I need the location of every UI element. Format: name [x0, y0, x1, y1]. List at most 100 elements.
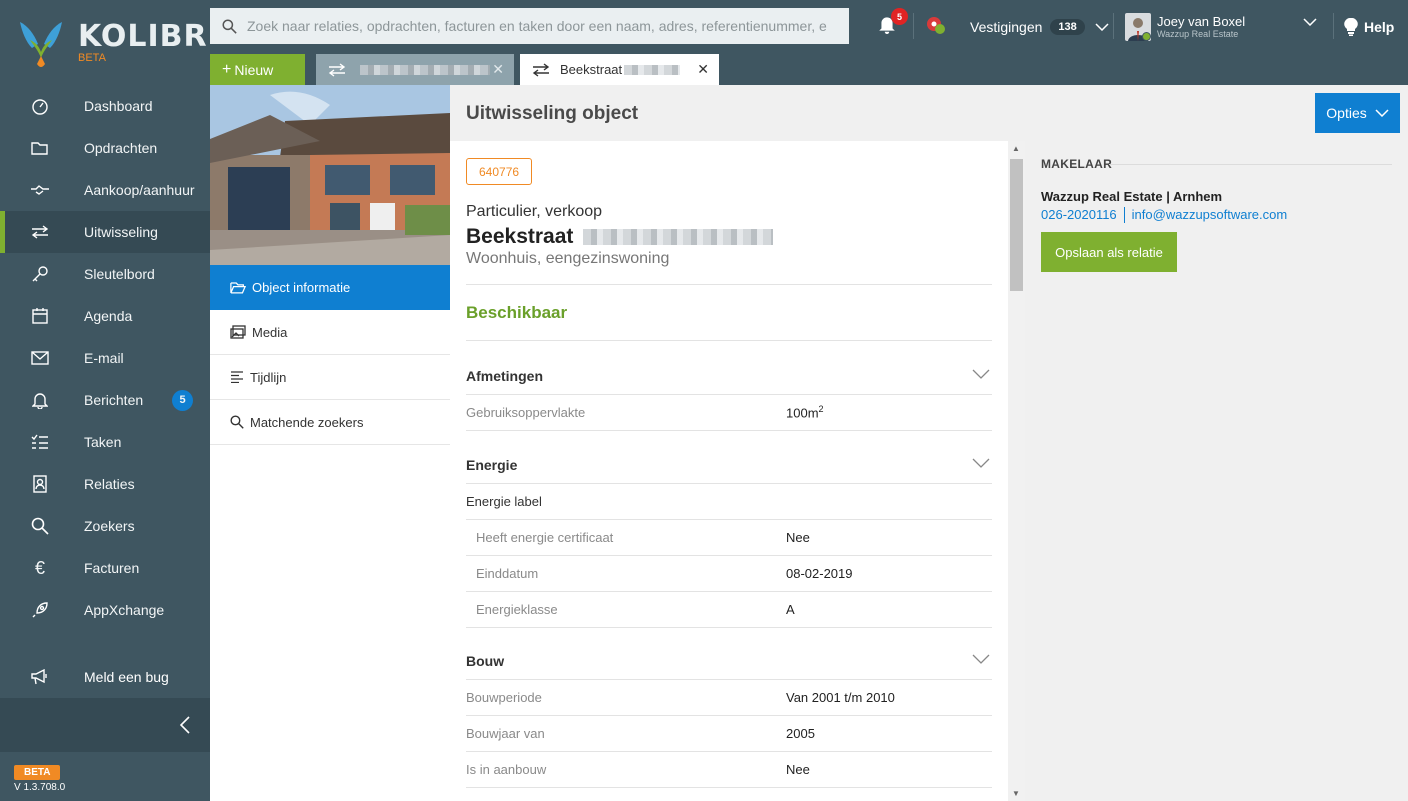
calendar-icon: [30, 306, 50, 326]
chevron-down-icon: [1095, 23, 1109, 31]
tabs-bar: + Nieuw ✕ Beekstraat ✕: [210, 54, 1408, 85]
detail-row: Einddatum 08-02-2019: [466, 556, 992, 592]
scroll-down-arrow-icon[interactable]: ▼: [1012, 789, 1020, 798]
detail-value: A: [786, 602, 795, 617]
makelaar-email-link[interactable]: info@wazzupsoftware.com: [1132, 207, 1288, 223]
object-panel: Object informatie Media Tijdlijn Matchen…: [210, 85, 457, 801]
sidebar-item-sleutelbord[interactable]: Sleutelbord: [0, 253, 210, 295]
search-icon: [222, 19, 237, 34]
location-pin-icon[interactable]: [925, 15, 947, 37]
objnav-tijdlijn[interactable]: Tijdlijn: [210, 355, 450, 400]
objnav-object-informatie[interactable]: Object informatie: [210, 265, 457, 310]
report-bug-button[interactable]: Meld een bug: [0, 656, 210, 698]
sidebar-item-zoekers[interactable]: Zoekers: [0, 505, 210, 547]
divider: [1333, 13, 1334, 39]
collapse-sidebar-button[interactable]: [0, 698, 210, 752]
section-title: Energie: [466, 456, 518, 473]
lightbulb-icon: [1344, 18, 1358, 36]
new-button[interactable]: + Nieuw: [210, 54, 305, 85]
version-number: V 1.3.708.0: [14, 782, 66, 793]
content-scrollbar[interactable]: ▲ ▼: [1008, 141, 1025, 801]
scrollbar-thumb[interactable]: [1010, 159, 1023, 291]
redacted-address: [583, 229, 774, 245]
version-info: BETA V 1.3.708.0: [0, 752, 210, 801]
makelaar-panel: MAKELAAR Wazzup Real Estate | Arnhem 026…: [1025, 141, 1408, 801]
exchange-icon: [532, 62, 550, 77]
object-kind: Woonhuis, eengezinswoning: [466, 250, 670, 267]
sidebar-item-berichten[interactable]: Berichten 5: [0, 379, 210, 421]
scroll-up-arrow-icon[interactable]: ▲: [1012, 144, 1020, 153]
divider: [1113, 13, 1114, 39]
object-details: 640776 Particulier, verkoop Beekstraat W…: [450, 141, 1025, 801]
help-label: Help: [1364, 19, 1395, 35]
contacts-icon: [30, 474, 50, 494]
chevron-down-icon[interactable]: [1303, 18, 1317, 26]
user-company: Wazzup Real Estate: [1157, 28, 1239, 39]
sidebar-item-label: AppXchange: [84, 602, 165, 618]
detail-value: Van 2001 t/m 2010: [786, 690, 895, 705]
vestigingen-label: Vestigingen: [970, 19, 1043, 35]
search-icon: [230, 415, 244, 429]
bell-icon: [30, 390, 50, 410]
tab-beekstraat[interactable]: Beekstraat ✕: [520, 54, 719, 85]
search-input[interactable]: [247, 18, 842, 34]
sidebar-item-dashboard[interactable]: Dashboard: [0, 85, 210, 127]
close-icon[interactable]: ✕: [697, 61, 709, 78]
detail-label: Bouwperiode: [466, 690, 542, 705]
divider: [466, 284, 992, 285]
options-button[interactable]: Opties: [1315, 93, 1400, 133]
close-icon[interactable]: ✕: [492, 61, 504, 78]
user-menu[interactable]: Joey van Boxel Wazzup Real Estate: [1125, 12, 1245, 42]
page-header: Uitwisseling object Opties: [450, 85, 1408, 141]
notifications-button[interactable]: 5: [878, 8, 908, 40]
sidebar-item-label: Uitwisseling: [84, 224, 158, 240]
chevron-down-icon: [1375, 109, 1389, 117]
chevron-down-icon: [972, 654, 990, 664]
euro-icon: €: [34, 557, 45, 578]
makelaar-heading: MAKELAAR: [1041, 157, 1113, 171]
app-logo[interactable]: KOLIBRI BETA: [0, 0, 219, 85]
makelaar-phone-link[interactable]: 026-2020116: [1041, 207, 1117, 223]
objnav-label: Object informatie: [252, 280, 351, 295]
section-energie-header[interactable]: Energie: [466, 446, 992, 484]
detail-value: 08-02-2019: [786, 566, 853, 581]
detail-label: Energieklasse: [476, 602, 558, 617]
objnav-media[interactable]: Media: [210, 310, 450, 355]
mail-icon: [30, 348, 50, 368]
sidebar-item-taken[interactable]: Taken: [0, 421, 210, 463]
save-as-relation-button[interactable]: Opslaan als relatie: [1041, 232, 1177, 272]
sidebar-item-label: Zoekers: [84, 518, 135, 534]
images-icon: [230, 325, 246, 339]
options-label: Opties: [1326, 105, 1367, 121]
section-title: Afmetingen: [466, 367, 543, 384]
detail-value: Nee: [786, 762, 810, 777]
tab-exchange-1[interactable]: ✕: [316, 54, 514, 85]
exchange-icon: [30, 222, 50, 242]
object-status: Beschikbaar: [466, 303, 568, 322]
objnav-matchende-zoekers[interactable]: Matchende zoekers: [210, 400, 450, 445]
report-bug-label: Meld een bug: [84, 669, 169, 685]
sidebar-item-aankoop[interactable]: Aankoop/aanhuur: [0, 169, 210, 211]
sidebar-item-appxchange[interactable]: AppXchange: [0, 589, 210, 631]
section-title: Bouw: [466, 652, 505, 669]
objnav-label: Media: [252, 324, 288, 340]
section-bouw-header[interactable]: Bouw: [466, 642, 992, 680]
divider: [913, 13, 914, 39]
sidebar-item-label: Sleutelbord: [84, 266, 155, 282]
new-button-label: Nieuw: [234, 61, 274, 78]
logo-text: KOLIBRI: [78, 18, 220, 54]
sidebar-item-email[interactable]: E-mail: [0, 337, 210, 379]
divider: [1109, 164, 1392, 165]
object-photo[interactable]: [210, 85, 450, 265]
sidebar-item-facturen[interactable]: € Facturen: [0, 547, 210, 589]
section-afmetingen-header[interactable]: Afmetingen: [466, 357, 992, 395]
sidebar-item-agenda[interactable]: Agenda: [0, 295, 210, 337]
sidebar-item-label: Dashboard: [84, 98, 153, 114]
sidebar-item-uitwisseling[interactable]: Uitwisseling: [0, 211, 210, 253]
sidebar-item-opdrachten[interactable]: Opdrachten: [0, 127, 210, 169]
vestigingen-dropdown[interactable]: Vestigingen 138: [970, 0, 1109, 54]
sidebar-item-relaties[interactable]: Relaties: [0, 463, 210, 505]
help-button[interactable]: Help: [1344, 0, 1394, 54]
redacted-tab-title: [624, 64, 681, 75]
sidebar-item-label: Berichten: [84, 392, 144, 408]
